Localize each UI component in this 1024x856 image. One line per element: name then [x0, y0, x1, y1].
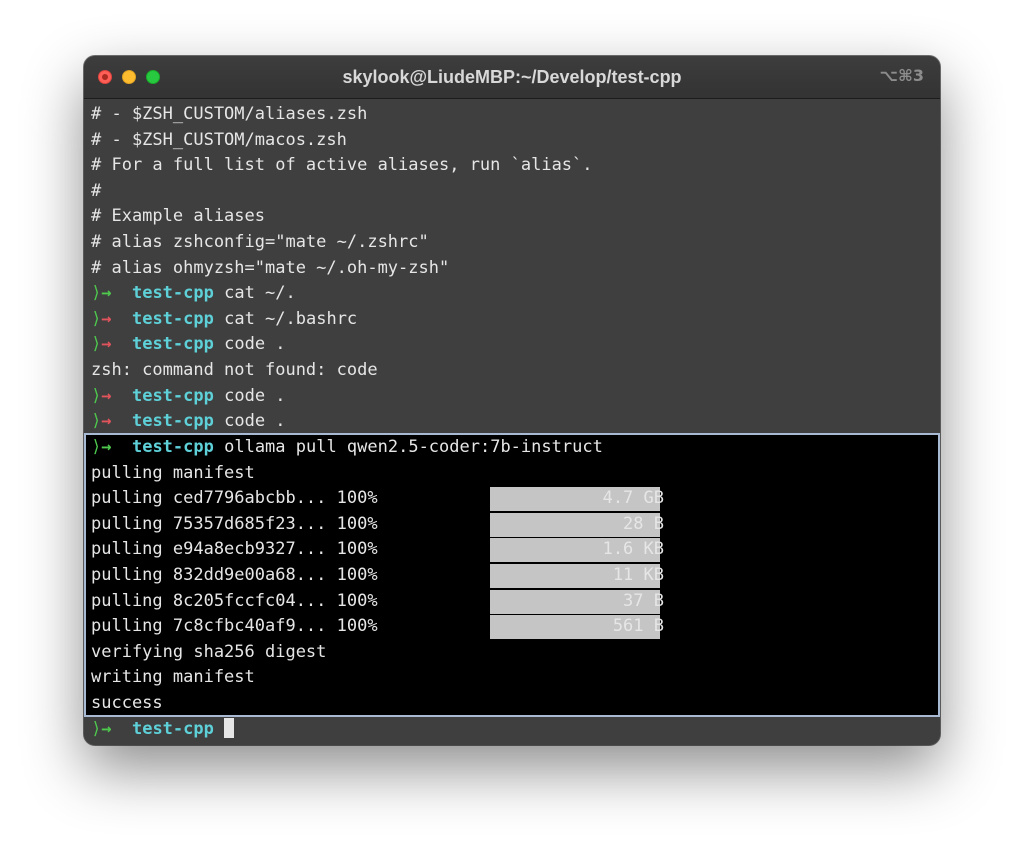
prompt-directory: test-cpp	[131, 385, 214, 406]
pull-layer-row: pulling 75357d685f23... 100% 28 B	[86, 512, 938, 538]
prompt-line: ⟩→ test-cpp code .	[84, 384, 940, 410]
pull-layer-label: pulling ced7796abcbb... 100%	[91, 488, 378, 509]
prompt-arrow-icon: →	[101, 283, 132, 304]
prompt-directory: test-cpp	[131, 283, 214, 304]
prompt-directory: test-cpp	[131, 334, 214, 355]
output-line: writing manifest	[91, 667, 255, 688]
prompt-arrow-icon: →	[101, 719, 132, 739]
pull-layer-size: 37 B	[623, 590, 664, 611]
pull-layer-size: 11 KB	[612, 564, 664, 585]
prompt-line: ⟩→ test-cpp code .	[84, 409, 940, 433]
prompt-marker-icon: ⟩	[91, 719, 102, 739]
prompt-command: ollama pull qwen2.5-coder:7b-instruct	[224, 437, 603, 457]
prompt-marker-icon: ⟩	[91, 283, 102, 304]
prompt-marker-icon: ⟩	[91, 385, 102, 406]
output-line: pulling manifest	[91, 462, 255, 483]
pull-layer-size: 1.6 KB	[602, 539, 664, 560]
error-line: zsh: command not found: code	[91, 359, 378, 380]
active-terminal-pane[interactable]: ⟩→ test-cpp ollama pull qwen2.5-coder:7b…	[84, 433, 940, 717]
output-line: # - $ZSH_CUSTOM/aliases.zsh	[91, 104, 368, 124]
output-line: #	[91, 180, 102, 201]
pull-layer-label: pulling 75357d685f23... 100%	[91, 513, 378, 534]
window-shortcut: ⌥⌘3	[879, 66, 924, 85]
prompt-line: ⟩→ test-cpp ollama pull qwen2.5-coder:7b…	[86, 435, 938, 461]
prompt-marker-icon: ⟩	[91, 334, 102, 355]
terminal-window: skylook@LiudeMBP:~/Develop/test-cpp ⌥⌘3 …	[84, 56, 940, 745]
output-line: # - $ZSH_CUSTOM/macos.zsh	[91, 129, 347, 150]
prompt-arrow-error-icon: →	[101, 334, 132, 355]
prompt-marker-icon: ⟩	[91, 437, 102, 457]
prompt-command: code .	[224, 411, 286, 432]
prompt-marker-icon: ⟩	[91, 308, 102, 329]
pull-layer-size: 561 B	[612, 616, 664, 637]
prompt-command: cat ~/.	[224, 283, 296, 304]
output-line: # For a full list of active aliases, run…	[91, 155, 593, 176]
output-line: verifying sha256 digest	[91, 641, 327, 662]
prompt-line[interactable]: ⟩→ test-cpp	[84, 717, 940, 743]
text-cursor	[224, 718, 235, 738]
pull-layer-size: 4.7 GB	[602, 488, 664, 509]
bottom-prompt-pane[interactable]: ⟩→ test-cpp	[84, 717, 940, 745]
prompt-command: cat ~/.bashrc	[224, 308, 358, 329]
prompt-line: ⟩→ test-cpp code .	[84, 332, 940, 358]
pull-layer-label: pulling 8c205fccfc04... 100%	[91, 590, 378, 611]
prompt-arrow-error-icon: →	[101, 385, 132, 406]
prompt-arrow-error-icon: →	[101, 411, 132, 432]
prompt-directory: test-cpp	[131, 719, 214, 739]
prompt-marker-icon: ⟩	[91, 411, 102, 432]
pull-layer-row: pulling ced7796abcbb... 100% 4.7 GB	[86, 486, 938, 512]
pull-layer-row: pulling 7c8cfbc40af9... 100% 561 B	[86, 614, 938, 640]
pull-layer-row: pulling e94a8ecb9327... 100% 1.6 KB	[86, 537, 938, 563]
prompt-arrow-error-icon: →	[101, 308, 132, 329]
output-line: # alias zshconfig="mate ~/.zshrc"	[91, 231, 429, 252]
prompt-directory: test-cpp	[131, 308, 214, 329]
upper-terminal-pane[interactable]: # - $ZSH_CUSTOM/aliases.zsh # - $ZSH_CUS…	[84, 102, 940, 433]
output-line: # alias ohmyzsh="mate ~/.oh-my-zsh"	[91, 257, 450, 278]
window-title: skylook@LiudeMBP:~/Develop/test-cpp	[342, 67, 682, 87]
prompt-directory: test-cpp	[131, 411, 214, 432]
prompt-directory: test-cpp	[131, 437, 214, 457]
pull-layer-label: pulling 7c8cfbc40af9... 100%	[91, 616, 378, 637]
pull-layer-label: pulling e94a8ecb9327... 100%	[91, 539, 378, 560]
pull-layer-size: 28 B	[623, 513, 664, 534]
title-bar[interactable]: skylook@LiudeMBP:~/Develop/test-cpp ⌥⌘3	[84, 56, 940, 99]
prompt-line: ⟩→ test-cpp cat ~/.	[84, 281, 940, 307]
output-line: success	[91, 692, 163, 713]
prompt-command: code .	[224, 334, 286, 355]
prompt-arrow-icon: →	[101, 437, 132, 457]
pull-layer-label: pulling 832dd9e00a68... 100%	[91, 564, 378, 585]
pull-layer-row: pulling 8c205fccfc04... 100% 37 B	[86, 589, 938, 615]
prompt-command: code .	[224, 385, 286, 406]
output-line: # Example aliases	[91, 206, 265, 227]
prompt-line: ⟩→ test-cpp cat ~/.bashrc	[84, 307, 940, 333]
pull-layer-row: pulling 832dd9e00a68... 100% 11 KB	[86, 563, 938, 589]
